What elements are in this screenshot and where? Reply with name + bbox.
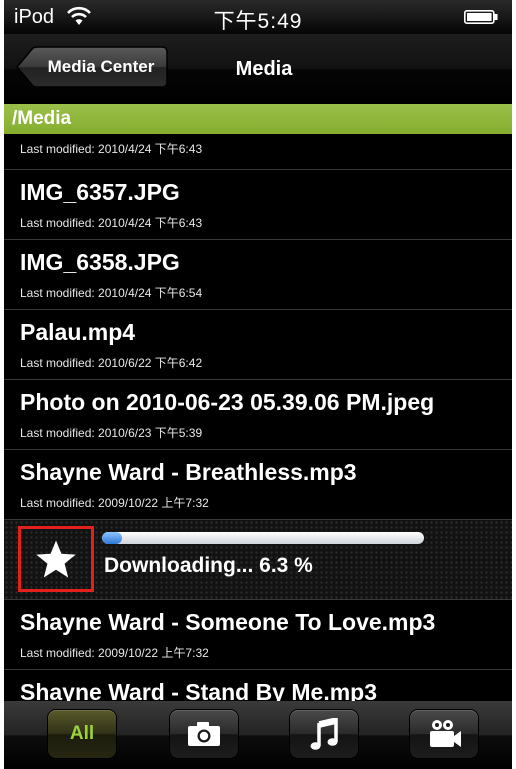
- file-row[interactable]: Shayne Ward - Someone To Love.mp3 Last m…: [4, 600, 512, 670]
- music-note-icon: [310, 718, 338, 750]
- tab-bar: All: [4, 701, 512, 769]
- file-name: IMG_6358.JPG: [20, 249, 180, 275]
- tab-music[interactable]: [290, 710, 358, 758]
- file-name: Shayne Ward - Someone To Love.mp3: [20, 609, 436, 635]
- file-row[interactable]: Last modified: 2010/4/24 下午6:43: [4, 134, 512, 170]
- download-row[interactable]: Downloading... 6.3 %: [4, 520, 512, 600]
- folder-path-header: /Media: [4, 104, 512, 134]
- file-modified: Last modified: 2010/6/22 下午6:42: [20, 356, 203, 370]
- file-name: Shayne Ward - Breathless.mp3: [20, 459, 357, 485]
- file-row[interactable]: Shayne Ward - Breathless.mp3 Last modifi…: [4, 450, 512, 520]
- tab-all-label: All: [69, 723, 95, 744]
- device-screen: iPod 下午5:49 Media Center Media /Media La…: [4, 0, 512, 769]
- file-modified: Last modified: 2010/4/24 下午6:43: [20, 216, 203, 230]
- back-button[interactable]: Media Center: [16, 46, 168, 88]
- file-modified: Last modified: 2009/10/22 上午7:32: [20, 496, 209, 510]
- status-time: 下午5:49: [213, 10, 303, 33]
- download-status: Downloading... 6.3 %: [104, 554, 313, 577]
- file-modified: Last modified: 2010/6/23 下午5:39: [20, 426, 203, 440]
- tab-all[interactable]: All: [48, 710, 116, 758]
- back-button-label: Media Center: [47, 57, 155, 76]
- tab-photos[interactable]: [170, 710, 238, 758]
- favorite-button[interactable]: [18, 526, 94, 592]
- file-row[interactable]: Palau.mp4 Last modified: 2010/6/22 下午6:4…: [4, 310, 512, 380]
- file-name: IMG_6357.JPG: [20, 179, 180, 205]
- page-title: Media: [235, 58, 293, 80]
- file-row[interactable]: IMG_6358.JPG Last modified: 2010/4/24 下午…: [4, 240, 512, 310]
- file-modified: Last modified: 2010/4/24 下午6:43: [20, 142, 203, 156]
- file-row[interactable]: IMG_6357.JPG Last modified: 2010/4/24 下午…: [4, 170, 512, 240]
- file-list: Last modified: 2010/4/24 下午6:43 IMG_6357…: [4, 134, 512, 710]
- file-modified: Last modified: 2009/10/22 上午7:32: [20, 646, 209, 660]
- download-progress-fill: [102, 532, 123, 544]
- status-bar: iPod 下午5:49: [4, 0, 512, 34]
- navigation-bar: Media Center Media: [4, 34, 512, 104]
- file-row[interactable]: Photo on 2010-06-23 05.39.06 PM.jpeg Las…: [4, 380, 512, 450]
- tab-video[interactable]: [410, 710, 478, 758]
- file-modified: Last modified: 2010/4/24 下午6:54: [20, 286, 203, 300]
- battery-icon: [464, 10, 498, 24]
- file-name: Photo on 2010-06-23 05.39.06 PM.jpeg: [20, 389, 435, 415]
- download-progress-bar: [102, 532, 424, 544]
- camera-icon: [188, 722, 220, 746]
- video-camera-icon: [430, 720, 461, 747]
- star-icon: [36, 540, 76, 578]
- file-name: Palau.mp4: [20, 319, 136, 345]
